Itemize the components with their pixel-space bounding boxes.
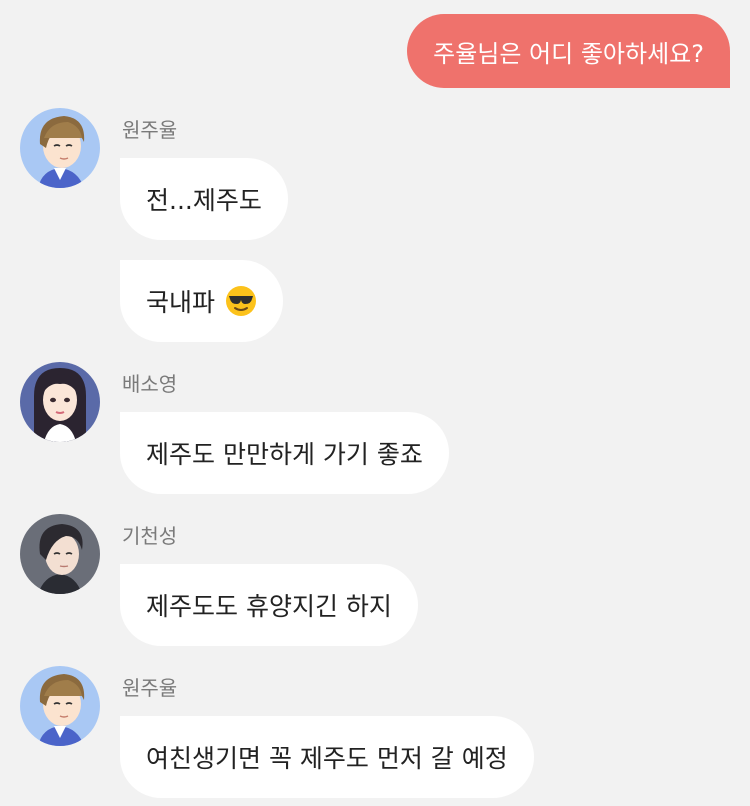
avatar[interactable] (20, 108, 100, 188)
received-message-bubble[interactable]: 전...제주도 (120, 158, 288, 240)
avatar[interactable] (20, 362, 100, 442)
sender-name: 원주율 (122, 676, 178, 700)
received-message-bubble[interactable]: 제주도도 휴양지긴 하지 (120, 564, 418, 646)
message-text: 여친생기면 꼭 제주도 먼저 갈 예정 (146, 744, 508, 773)
avatar-boy-icon (20, 666, 100, 746)
sender-name: 원주율 (122, 118, 178, 142)
avatar[interactable] (20, 514, 100, 594)
avatar-girl-icon (20, 362, 100, 442)
message-text: 국내파 (146, 288, 216, 317)
sunglasses-emoji-icon (225, 285, 257, 317)
avatar-man-icon (20, 514, 100, 594)
sent-message-bubble[interactable]: 주율님은 어디 좋아하세요? (407, 14, 730, 88)
sender-name: 기천성 (122, 524, 178, 548)
received-message-bubble[interactable]: 제주도 만만하게 가기 좋죠 (120, 412, 449, 494)
message-text: 전...제주도 (146, 186, 262, 215)
received-message-bubble[interactable]: 여친생기면 꼭 제주도 먼저 갈 예정 (120, 716, 534, 798)
message-text: 제주도도 휴양지긴 하지 (146, 592, 392, 621)
chat-thread: 주율님은 어디 좋아하세요? 원주율 전...제주도 국내파 배소영 제주도 만… (0, 0, 750, 806)
sender-name: 배소영 (122, 372, 178, 396)
sent-message-text: 주율님은 어디 좋아하세요? (433, 39, 704, 68)
received-message-bubble[interactable]: 국내파 (120, 260, 284, 342)
avatar-boy-icon (20, 108, 100, 188)
avatar[interactable] (20, 666, 100, 746)
message-text: 제주도 만만하게 가기 좋죠 (146, 440, 423, 469)
